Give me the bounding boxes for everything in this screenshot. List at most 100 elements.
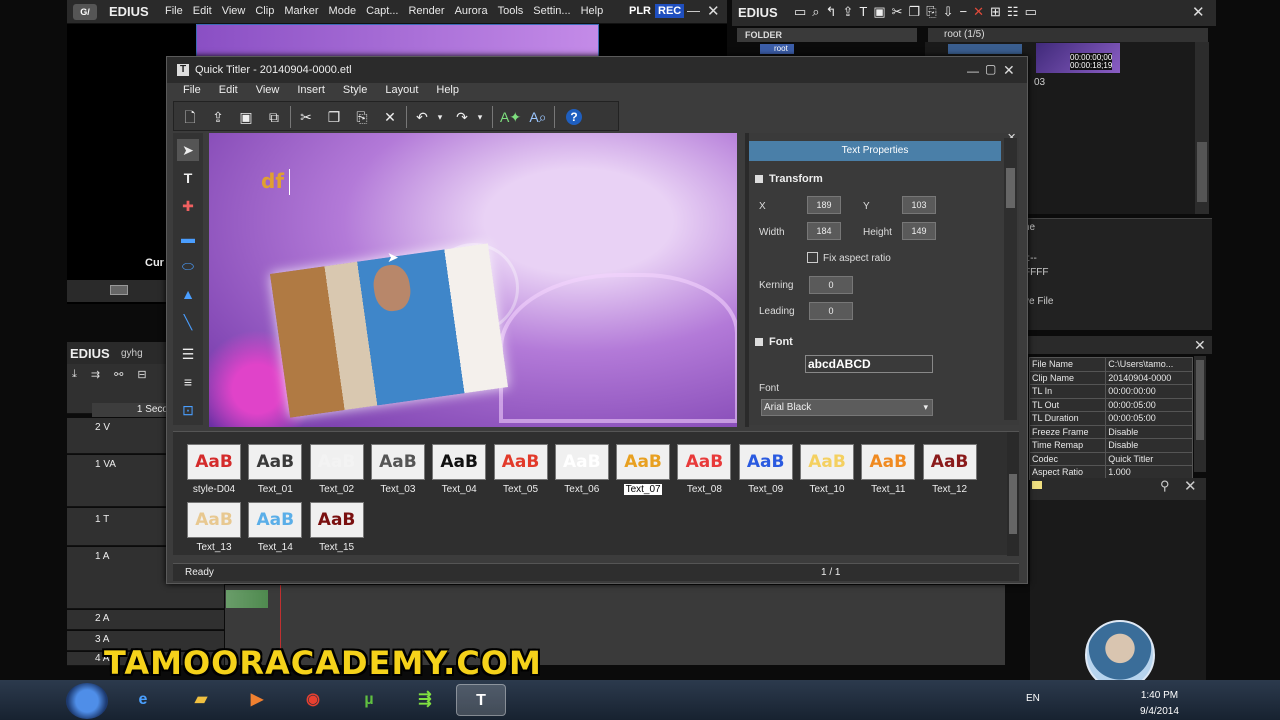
style-label[interactable]: Text_02 xyxy=(307,484,367,495)
safe-area-icon[interactable]: ⊡ xyxy=(177,399,199,421)
edius-taskbar-icon[interactable]: ⇶ xyxy=(400,684,450,716)
align-tool-icon[interactable]: ☰ xyxy=(177,343,199,365)
quick-titler-taskbar-icon[interactable]: T xyxy=(456,684,506,716)
window-icon[interactable]: ▭ xyxy=(1025,4,1037,20)
fix-aspect-checkbox[interactable] xyxy=(807,252,818,263)
style-swatch[interactable]: AaB xyxy=(677,444,732,480)
open-file-icon[interactable]: ⇪ xyxy=(208,107,228,127)
pin-icon[interactable]: ⚲ xyxy=(1160,478,1170,494)
transform-section[interactable]: Transform xyxy=(755,173,823,185)
cut-icon[interactable]: ✂ xyxy=(296,107,316,127)
style-label[interactable]: Text_15 xyxy=(307,542,367,553)
rec-button[interactable]: REC xyxy=(655,4,685,18)
menu-aurora[interactable]: Aurora xyxy=(455,5,488,17)
collapse-icon[interactable] xyxy=(755,338,763,347)
width-field[interactable]: 184 xyxy=(807,222,841,240)
cut-icon[interactable]: ✂ xyxy=(892,4,903,20)
ellipse-tool-icon[interactable]: ⬭ xyxy=(177,255,199,277)
open-folder-icon[interactable]: ⇪ xyxy=(842,4,853,20)
search-style-icon[interactable]: A⌕ xyxy=(528,107,548,127)
style-swatch[interactable]: AaB xyxy=(248,444,303,480)
pause-button[interactable] xyxy=(110,285,128,295)
menu-settings[interactable]: Settin... xyxy=(533,5,570,17)
text-icon[interactable]: T xyxy=(859,4,867,20)
folder-icon[interactable]: ▭ xyxy=(794,4,806,20)
titler-menu-insert[interactable]: Insert xyxy=(297,84,325,96)
plr-button[interactable]: PLR xyxy=(629,5,651,17)
menu-view[interactable]: View xyxy=(222,5,246,17)
mark-in-icon[interactable]: ⤓ xyxy=(72,368,77,381)
style-label[interactable]: Text_13 xyxy=(184,542,244,553)
marker-close-icon[interactable]: ✕ xyxy=(1184,477,1197,495)
copy-icon[interactable]: ❐ xyxy=(324,107,344,127)
style-label[interactable]: Text_12 xyxy=(920,484,980,495)
info-close-icon[interactable]: ✕ xyxy=(1194,337,1206,354)
style-label[interactable]: Text_06 xyxy=(552,484,612,495)
font-section[interactable]: Font xyxy=(755,336,793,348)
media-player-icon[interactable]: ▶ xyxy=(232,684,282,716)
distribute-tool-icon[interactable]: ≡ xyxy=(177,371,199,393)
style-swatch[interactable]: AaB xyxy=(800,444,854,480)
titler-menu-style[interactable]: Style xyxy=(343,84,367,96)
minimize-icon[interactable]: — xyxy=(967,64,979,78)
menu-edit[interactable]: Edit xyxy=(193,5,212,17)
style-swatch[interactable]: AaB xyxy=(187,444,241,480)
help-icon[interactable]: ? xyxy=(566,109,582,125)
info-scrollbar[interactable] xyxy=(1194,356,1206,472)
x-field[interactable]: 189 xyxy=(807,196,841,214)
text-tool-icon[interactable]: T xyxy=(177,167,199,189)
new-file-icon[interactable]: 🗋 xyxy=(180,107,200,127)
style-swatch[interactable]: AaB xyxy=(370,444,425,480)
style-swatch[interactable]: AaB xyxy=(187,502,241,538)
view-icon[interactable]: ☷ xyxy=(1007,4,1019,20)
undo-dropdown-icon[interactable]: ▾ xyxy=(430,107,450,127)
snap-icon[interactable]: ⊟ xyxy=(137,368,146,381)
style-swatch[interactable]: AaB xyxy=(554,444,609,480)
titler-menu-help[interactable]: Help xyxy=(436,84,459,96)
bin-scrollbar[interactable] xyxy=(1195,42,1209,214)
style-label[interactable]: Text_10 xyxy=(797,484,857,495)
track-2a[interactable]: 2 A xyxy=(67,610,224,630)
collapse-icon[interactable] xyxy=(755,175,763,184)
leading-field[interactable]: 0 xyxy=(809,302,853,320)
marker-icon[interactable] xyxy=(1032,481,1042,489)
timeline-clip[interactable] xyxy=(226,590,268,608)
style-label[interactable]: Text_14 xyxy=(245,542,305,553)
y-field[interactable]: 103 xyxy=(902,196,936,214)
canvas-text-object[interactable]: df xyxy=(261,169,284,193)
delete-icon[interactable]: ✕ xyxy=(380,107,400,127)
close-icon[interactable]: ✕ xyxy=(1003,62,1015,79)
title-canvas[interactable]: df ➤ xyxy=(209,133,737,427)
add-icon[interactable]: ⇩ xyxy=(943,4,954,20)
rectangle-tool-icon[interactable]: ▬ xyxy=(177,227,199,249)
copy-icon[interactable]: ❐ xyxy=(909,4,921,20)
style-swatch[interactable]: AaB xyxy=(248,502,303,538)
minus-icon[interactable]: − xyxy=(960,4,968,20)
properties-icon[interactable]: ⊞ xyxy=(990,4,1001,20)
redo-icon[interactable]: ↷ xyxy=(452,107,472,127)
menu-help[interactable]: Help xyxy=(581,5,604,17)
style-label[interactable]: Text_11 xyxy=(858,484,918,495)
search-icon[interactable]: ⌕ xyxy=(812,4,819,20)
style-swatch[interactable]: AaB xyxy=(922,444,977,480)
menu-tools[interactable]: Tools xyxy=(498,5,524,17)
link-icon[interactable]: ⚯ xyxy=(114,368,123,381)
explorer-icon[interactable]: ▰ xyxy=(176,684,226,716)
style-label[interactable]: Text_05 xyxy=(491,484,551,495)
close-icon[interactable]: ✕ xyxy=(707,2,720,20)
height-field[interactable]: 149 xyxy=(902,222,936,240)
utorrent-icon[interactable]: µ xyxy=(344,684,394,716)
image-tool-icon[interactable]: ✚ xyxy=(177,195,199,217)
select-tool-icon[interactable]: ➤ xyxy=(177,139,199,161)
minimize-icon[interactable]: — xyxy=(687,3,700,18)
undo-icon[interactable]: ↶ xyxy=(412,107,432,127)
ie-icon[interactable]: e xyxy=(118,684,168,716)
save-as-icon[interactable]: ⧉ xyxy=(264,107,284,127)
start-button[interactable] xyxy=(66,683,108,719)
menu-file[interactable]: File xyxy=(165,5,183,17)
style-swatch[interactable]: AaB xyxy=(309,444,364,480)
font-select[interactable]: Arial Black ▾ xyxy=(761,399,933,416)
style-scrollbar[interactable] xyxy=(1007,432,1019,556)
triangle-tool-icon[interactable]: ▲ xyxy=(177,283,199,305)
style-label[interactable]: style-D04 xyxy=(184,484,244,495)
